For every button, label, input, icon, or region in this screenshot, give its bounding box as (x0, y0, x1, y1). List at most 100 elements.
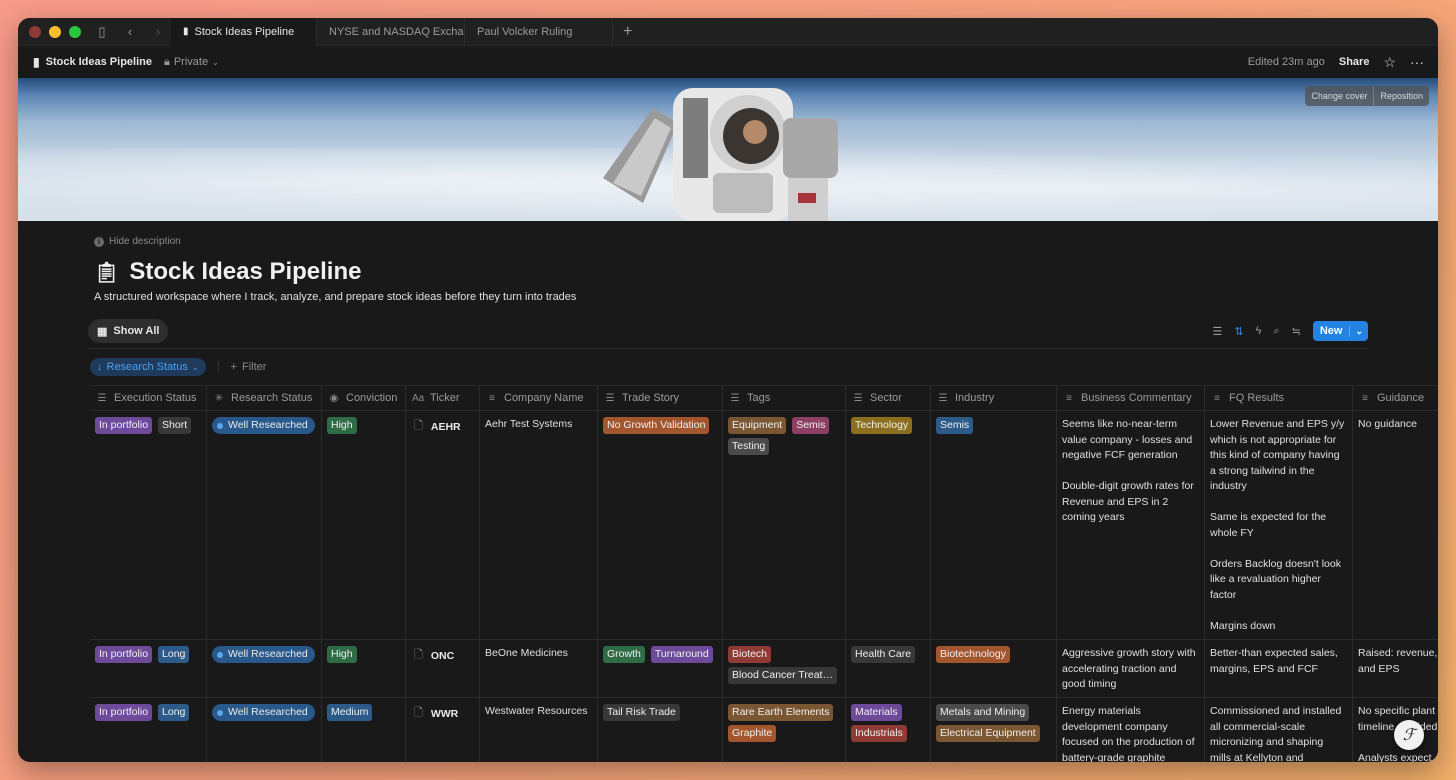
tag-conviction: High (327, 417, 357, 434)
column-header-guidance[interactable]: ≡ Guidance (1353, 386, 1438, 410)
list-icon: ☰ (97, 392, 107, 404)
search-icon[interactable]: ⌕ (1273, 325, 1279, 338)
cell-ticker[interactable]: 🗋︎ AEHR (406, 411, 480, 639)
cell-trade-story[interactable]: Tail Risk Trade (598, 698, 723, 762)
tag-sector: Materials (851, 704, 902, 721)
sidebar-toggle-icon[interactable]: ▯ (95, 24, 109, 40)
table-row[interactable]: In portfolio Long Well Researched High 🗋… (90, 640, 1438, 698)
hide-description-toggle[interactable]: i Hide description (94, 236, 181, 247)
column-header-conviction[interactable]: ◉ Conviction (322, 386, 406, 410)
cell-research-status[interactable]: Well Researched (207, 640, 322, 697)
column-header-fq-results[interactable]: ≡ FQ Results (1205, 386, 1353, 410)
reposition-button[interactable]: Reposition (1373, 86, 1429, 106)
cell-business-commentary[interactable]: Aggressive growth story with acceleratin… (1057, 640, 1205, 697)
ai-assistant-icon[interactable]: ℱ (1394, 720, 1424, 750)
sort-icon[interactable]: ⇅ (1234, 325, 1243, 338)
cell-business-commentary[interactable]: Seems like no-near-term value company - … (1057, 411, 1205, 639)
more-options-icon[interactable]: ··· (1410, 54, 1424, 70)
column-header-tags[interactable]: ☰ Tags (723, 386, 846, 410)
chevron-down-icon[interactable]: ⌄ (1349, 325, 1368, 337)
back-arrow-icon[interactable]: ‹ (123, 24, 137, 39)
filter-icon[interactable]: ☰ (1213, 325, 1223, 338)
tag-industry: Electrical Equipment (936, 725, 1040, 742)
cell-sector[interactable]: Materials Industrials (846, 698, 931, 762)
database-table: ☰ Execution Status ✳ Research Status ◉ Conv… (90, 385, 1438, 762)
automation-icon[interactable]: ϟ (1256, 325, 1262, 337)
tab-stock-ideas[interactable]: ▮ Stock Ideas Pipeline (171, 18, 317, 46)
cell-industry[interactable]: Biotechnology (931, 640, 1057, 697)
tag-industry: Semis (936, 417, 974, 434)
column-header-execution-status[interactable]: ☰ Execution Status (90, 386, 207, 410)
maximize-window-button[interactable] (69, 25, 81, 38)
cell-company-name[interactable]: BeOne Medicines (480, 640, 598, 697)
cell-fq-results[interactable]: Lower Revenue and EPS y/y which is not a… (1205, 411, 1353, 639)
column-header-sector[interactable]: ☰ Sector (846, 386, 931, 410)
page-description[interactable]: A structured workspace where I track, an… (94, 291, 576, 303)
change-cover-button[interactable]: Change cover (1305, 86, 1373, 106)
cell-sector[interactable]: Health Care (846, 640, 931, 697)
close-window-button[interactable] (29, 25, 41, 38)
cell-company-name[interactable]: Aehr Test Systems (480, 411, 598, 639)
cell-execution-status[interactable]: In portfolio Long (90, 640, 207, 697)
page-icon: 🗋︎ (414, 707, 423, 719)
page-title[interactable]: 📋︎ Stock Ideas Pipeline (94, 258, 361, 286)
cell-tags[interactable]: Rare Earth Elements Graphite (723, 698, 846, 762)
cell-ticker[interactable]: 🗋︎ WWR (406, 698, 480, 762)
settings-icon[interactable]: ≒ (1292, 325, 1301, 338)
tab-paul-volcker[interactable]: Paul Volcker Ruling (465, 18, 613, 46)
status-badge: Well Researched (212, 417, 315, 434)
cell-guidance[interactable]: Raised: revenue, and EPS (1353, 640, 1438, 697)
table-header: ☰ Execution Status ✳ Research Status ◉ Conv… (90, 385, 1438, 411)
cell-sector[interactable]: Technology (846, 411, 931, 639)
tab-nyse-nasdaq[interactable]: NYSE and NASDAQ Exchan (317, 18, 465, 46)
new-button[interactable]: New ⌄ (1312, 321, 1368, 341)
breadcrumb[interactable]: ▮ Stock Ideas Pipeline (33, 55, 152, 69)
cell-execution-status[interactable]: In portfolio Long (90, 698, 207, 762)
table-row[interactable]: In portfolio Long Well Researched Medium… (90, 698, 1438, 762)
cell-industry[interactable]: Semis (931, 411, 1057, 639)
view-tab-show-all[interactable]: ▦ Show All (88, 319, 169, 343)
tag-trade-story: Growth (603, 646, 645, 663)
cell-conviction[interactable]: High (322, 640, 406, 697)
column-header-business-commentary[interactable]: ≡ Business Commentary (1057, 386, 1205, 410)
cell-research-status[interactable]: Well Researched (207, 698, 322, 762)
cell-execution-status[interactable]: In portfolio Short (90, 411, 207, 639)
cell-fq-results[interactable]: Better-than expected sales, margins, EPS… (1205, 640, 1353, 697)
cell-tags[interactable]: Equipment Semis Testing (723, 411, 846, 639)
minimize-window-button[interactable] (49, 25, 61, 38)
cell-industry[interactable]: Metals and Mining Electrical Equipment (931, 698, 1057, 762)
column-header-trade-story[interactable]: ☰ Trade Story (598, 386, 723, 410)
forward-arrow-icon[interactable]: › (151, 24, 165, 39)
clipboard-icon[interactable]: 📋︎ (94, 260, 119, 285)
status-icon: ✳ (214, 392, 224, 404)
cell-conviction[interactable]: Medium (322, 698, 406, 762)
window-controls (29, 25, 81, 38)
cell-company-name[interactable]: Westwater Resources (480, 698, 598, 762)
cell-guidance[interactable]: No guidance (1353, 411, 1438, 639)
cell-conviction[interactable]: High (322, 411, 406, 639)
column-header-industry[interactable]: ☰ Industry (931, 386, 1057, 410)
cell-trade-story[interactable]: No Growth Validation (598, 411, 723, 639)
text-icon: ≡ (1362, 392, 1368, 404)
cell-tags[interactable]: Biotech Blood Cancer Treat… (723, 640, 846, 697)
text-icon: ≡ (489, 392, 495, 404)
add-filter-button[interactable]: + Filter (217, 361, 266, 373)
cell-fq-results[interactable]: Commissioned and installed all commercia… (1205, 698, 1353, 762)
column-header-company-name[interactable]: ≡ Company Name (480, 386, 598, 410)
cell-research-status[interactable]: Well Researched (207, 411, 322, 639)
new-tab-button[interactable]: + (623, 23, 632, 41)
share-button[interactable]: Share (1339, 56, 1370, 68)
cell-trade-story[interactable]: Growth Turnaround (598, 640, 723, 697)
star-icon[interactable]: ☆ (1383, 54, 1396, 71)
cell-business-commentary[interactable]: Energy materials development company foc… (1057, 698, 1205, 762)
tag-item: Rare Earth Elements (728, 704, 834, 721)
column-header-ticker[interactable]: Aa Ticker (406, 386, 480, 410)
table-row[interactable]: In portfolio Short Well Researched High … (90, 411, 1438, 640)
column-header-research-status[interactable]: ✳ Research Status (207, 386, 322, 410)
cell-ticker[interactable]: 🗋︎ ONC (406, 640, 480, 697)
view-tools: ☰ ⇅ ϟ ⌕ ≒ New ⌄ (1213, 321, 1368, 341)
cover-controls: Change cover Reposition (1305, 86, 1429, 106)
privacy-dropdown[interactable]: 🔒︎ Private ⌄ (164, 56, 219, 69)
sort-chip-research-status[interactable]: ↓ Research Status ⌄ (90, 358, 206, 376)
page-topbar: ▮ Stock Ideas Pipeline 🔒︎ Private ⌄ Edit… (18, 46, 1438, 78)
